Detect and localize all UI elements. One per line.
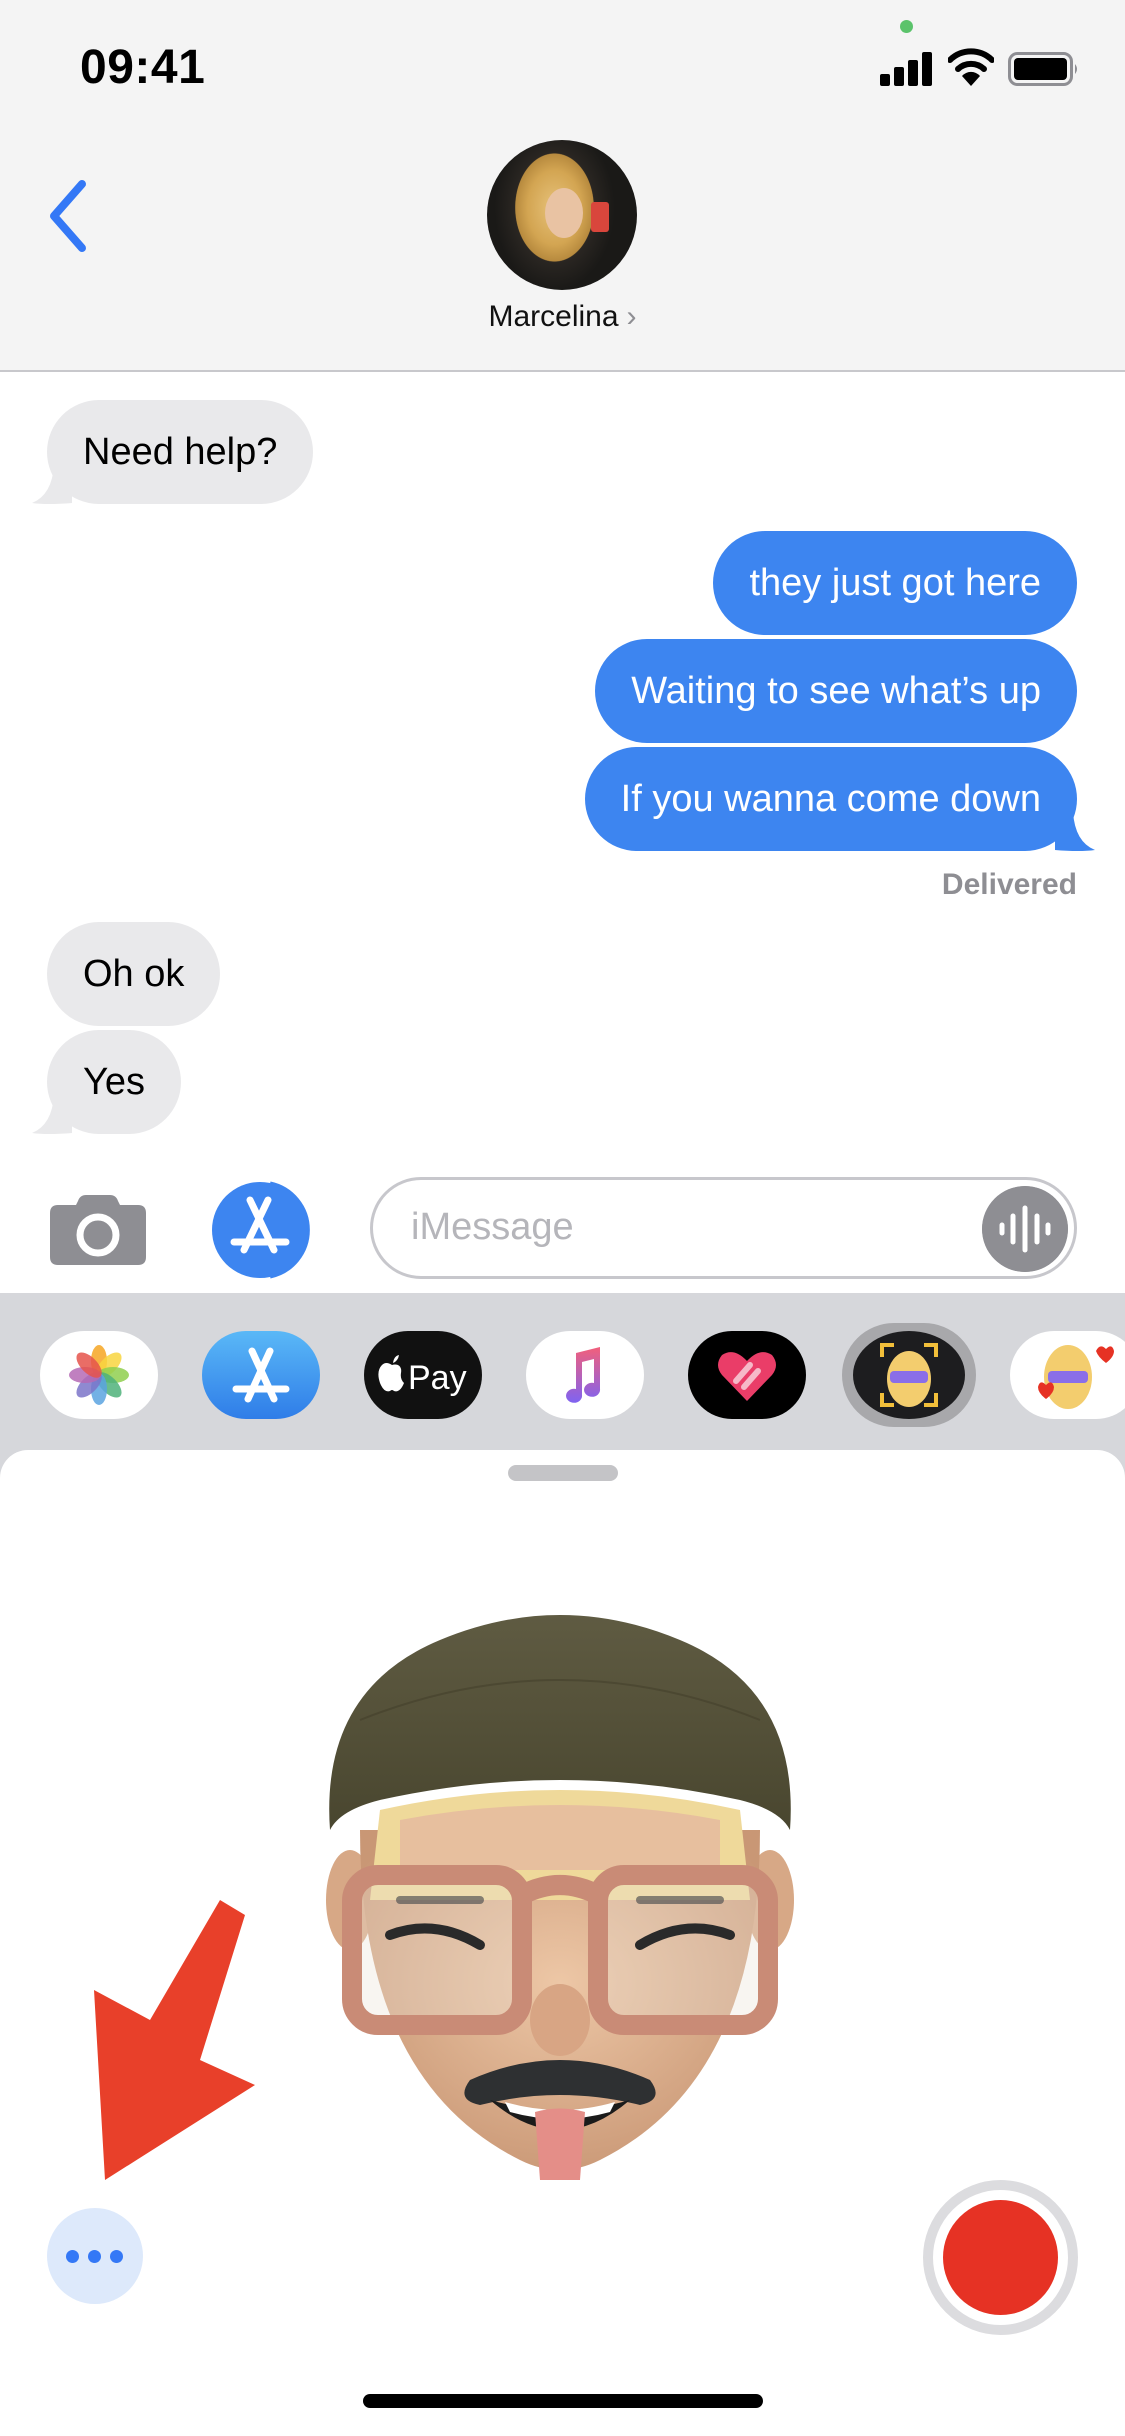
- home-indicator[interactable]: [363, 2394, 763, 2408]
- bubble-tail: [32, 1095, 72, 1134]
- message-bubble-incoming[interactable]: Need help?: [47, 400, 314, 504]
- ellipsis-icon: [66, 2250, 79, 2263]
- message-input-placeholder: iMessage: [411, 1206, 574, 1248]
- annotation-arrow: [94, 1900, 255, 2180]
- more-options-button[interactable]: [47, 2208, 143, 2304]
- signal-icon: [880, 52, 932, 86]
- chevron-right-icon: ›: [626, 300, 637, 333]
- camera-icon[interactable]: [50, 1195, 146, 1265]
- animoji-icon[interactable]: [842, 1323, 976, 1427]
- bubble-tail: [32, 465, 72, 504]
- message-bubble-outgoing[interactable]: they just got here: [713, 531, 1077, 635]
- message-input[interactable]: iMessage: [370, 1177, 1077, 1279]
- sheet-grabber[interactable]: [508, 1465, 618, 1481]
- wifi-icon: [948, 48, 994, 86]
- record-icon: [943, 2200, 1058, 2315]
- contact-avatar[interactable]: [487, 140, 637, 290]
- music-icon[interactable]: [526, 1331, 644, 1419]
- memoji-stickers-icon[interactable]: [1010, 1331, 1125, 1419]
- record-button[interactable]: [923, 2180, 1078, 2335]
- digital-touch-icon[interactable]: [688, 1331, 806, 1419]
- bubble-tail: [1055, 812, 1095, 851]
- message-bubble-outgoing[interactable]: If you wanna come down: [584, 747, 1077, 851]
- camera-in-use-indicator: [900, 20, 913, 33]
- memoji-face[interactable]: [320, 1600, 800, 2180]
- ellipsis-icon: [88, 2250, 101, 2263]
- back-chevron-icon[interactable]: [44, 178, 94, 254]
- ellipsis-icon: [110, 2250, 123, 2263]
- photos-icon[interactable]: [40, 1331, 158, 1419]
- app-store-icon[interactable]: [202, 1331, 320, 1419]
- battery-icon: [1008, 52, 1077, 86]
- contact-name-button[interactable]: Marcelina ›: [0, 300, 1125, 334]
- status-time: 09:41: [80, 41, 206, 94]
- message-bubble-outgoing[interactable]: Waiting to see what’s up: [595, 639, 1077, 743]
- apple-pay-icon[interactable]: Pay: [364, 1331, 482, 1419]
- app-store-button[interactable]: [210, 1180, 318, 1280]
- message-bubble-incoming[interactable]: Oh ok: [47, 922, 221, 1026]
- waveform-icon[interactable]: [982, 1186, 1068, 1272]
- contact-name: Marcelina: [488, 300, 619, 333]
- apple-pay-label: Pay: [408, 1359, 467, 1397]
- delivery-status: Delivered: [941, 868, 1077, 901]
